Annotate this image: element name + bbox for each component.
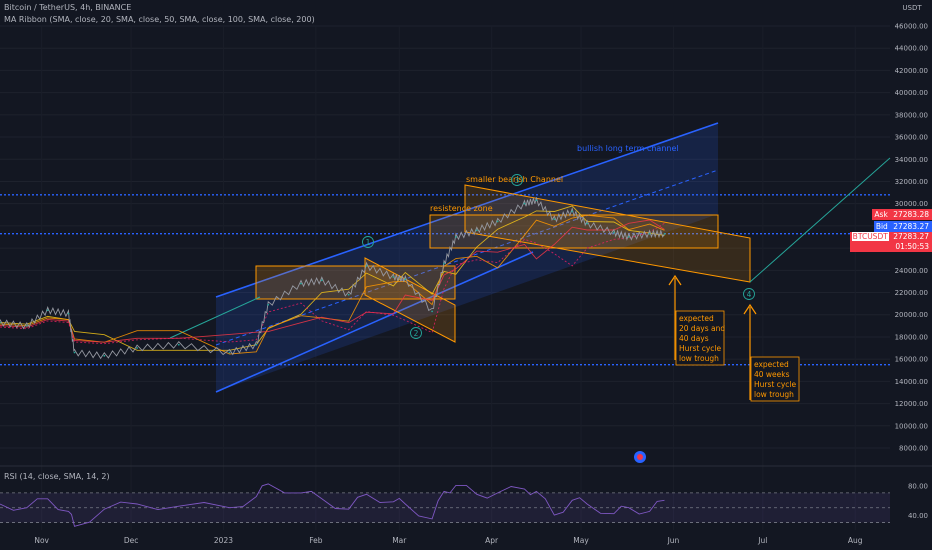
price-point xyxy=(67,312,70,315)
x-tick-label: May xyxy=(573,536,589,545)
chart-area[interactable]: bullish long term channel smaller bearish… xyxy=(0,0,932,550)
y-tick-label: 40000.00 xyxy=(895,89,928,97)
price-point xyxy=(320,279,323,282)
x-tick-label: Jul xyxy=(757,536,767,545)
hurst-20-40-days-box-line: 40 days xyxy=(679,334,709,343)
price-point xyxy=(404,278,407,281)
price-point xyxy=(177,343,180,346)
hurst-40-weeks-box-line: 40 weeks xyxy=(754,370,790,379)
price-point xyxy=(496,220,499,223)
y-tick-label: 46000.00 xyxy=(895,23,928,31)
price-point xyxy=(648,232,651,235)
ask-value: 27283.28 xyxy=(893,210,929,219)
price-point xyxy=(46,309,49,312)
x-tick-label: Dec xyxy=(124,536,139,545)
price-point xyxy=(300,282,302,285)
ask-price-label: Ask 27283.28 xyxy=(872,209,932,220)
resistance-label: resistence zone xyxy=(430,204,493,213)
y-tick-label: 24000.00 xyxy=(895,267,928,275)
y-tick-label: 38000.00 xyxy=(895,111,928,119)
hurst-20-40-days-box-line: low trough xyxy=(679,354,719,363)
price-point xyxy=(103,354,106,357)
y-tick-label: 30000.00 xyxy=(895,200,928,208)
last-value: 27283.27 xyxy=(893,232,929,241)
hurst-40-weeks-box-line: low trough xyxy=(754,390,794,399)
x-tick-label: 2023 xyxy=(214,536,233,545)
wave-number: 1 xyxy=(366,238,371,247)
bar-countdown: 01:50:53 xyxy=(895,242,929,251)
symbol-tag: BTCUSDT xyxy=(851,232,889,241)
price-point xyxy=(267,303,270,306)
price-point xyxy=(255,343,258,346)
x-tick-label: Aug xyxy=(848,536,863,545)
y-tick-label: 10000.00 xyxy=(895,422,928,430)
price-chart[interactable]: bullish long term channelsmaller bearish… xyxy=(0,0,932,550)
y-tick-label: 36000.00 xyxy=(895,134,928,142)
price-point xyxy=(571,210,574,213)
event-flag-icon-center xyxy=(637,454,643,460)
wave-number: 2 xyxy=(414,329,419,338)
x-tick-label: Feb xyxy=(309,536,323,545)
rsi-tick-label: 40.00 xyxy=(908,512,928,520)
price-point xyxy=(612,231,615,234)
y-tick-label: 34000.00 xyxy=(895,156,928,164)
y-tick-label: 42000.00 xyxy=(895,67,928,75)
price-point xyxy=(228,351,231,354)
wave-number: 3 xyxy=(515,176,520,185)
hurst-40-weeks-box-line: Hurst cycle xyxy=(754,380,796,389)
price-point xyxy=(136,347,138,349)
x-tick-label: Mar xyxy=(392,536,407,545)
y-tick-label: 22000.00 xyxy=(895,289,928,297)
price-point xyxy=(535,199,538,202)
y-tick-label: 16000.00 xyxy=(895,356,928,364)
price-point xyxy=(431,310,433,313)
y-tick-label: 18000.00 xyxy=(895,333,928,341)
symbol-title[interactable]: Bitcoin / TetherUS, 4h, BINANCE xyxy=(4,3,131,12)
price-point xyxy=(25,324,28,327)
y-tick-label: 8000.00 xyxy=(899,445,928,453)
price-point xyxy=(523,202,526,205)
hurst-40-weeks-box-line: expected xyxy=(754,360,789,369)
price-point xyxy=(392,276,395,278)
y-tick-label: 14000.00 xyxy=(895,378,928,386)
x-tick-label: Apr xyxy=(485,536,499,545)
bid-value: 27283.27 xyxy=(893,222,929,231)
price-point xyxy=(365,264,368,267)
bid-price-label: Bid 27283.27 xyxy=(873,221,932,232)
channel-long-label: bullish long term channel xyxy=(577,144,679,153)
indicator-title[interactable]: MA Ribbon (SMA, close, 20, SMA, close, 5… xyxy=(4,15,315,24)
x-tick-label: Nov xyxy=(34,536,49,545)
y-tick-label: 12000.00 xyxy=(895,400,928,408)
price-point xyxy=(627,236,630,238)
bid-tag: Bid xyxy=(875,222,888,231)
price-point xyxy=(455,236,457,238)
price-point xyxy=(663,232,666,235)
y-axis-unit: USDT xyxy=(902,4,922,12)
price-point xyxy=(586,222,588,225)
hurst-20-40-days-box-line: 20 days and xyxy=(679,324,725,333)
x-tick-label: Jun xyxy=(667,536,680,545)
hurst-20-40-days-box-line: Hurst cycle xyxy=(679,344,721,353)
ask-tag: Ask xyxy=(874,210,888,219)
rsi-tick-label: 80.00 xyxy=(908,482,928,490)
wave-number: 4 xyxy=(747,290,752,299)
rsi-title[interactable]: RSI (14, close, SMA, 14, 2) xyxy=(4,472,110,481)
y-tick-label: 44000.00 xyxy=(895,45,928,53)
price-point xyxy=(443,262,445,265)
price-point xyxy=(73,351,76,354)
price-point xyxy=(347,293,350,296)
hurst-20-40-days-box-line: expected xyxy=(679,314,714,323)
price-point xyxy=(553,218,556,221)
y-tick-label: 32000.00 xyxy=(895,178,928,186)
y-tick-label: 20000.00 xyxy=(895,311,928,319)
price-point xyxy=(475,229,478,232)
last-price-label: BTCUSDT 27283.27 01:50:53 xyxy=(849,232,932,252)
projection-line xyxy=(749,157,891,283)
